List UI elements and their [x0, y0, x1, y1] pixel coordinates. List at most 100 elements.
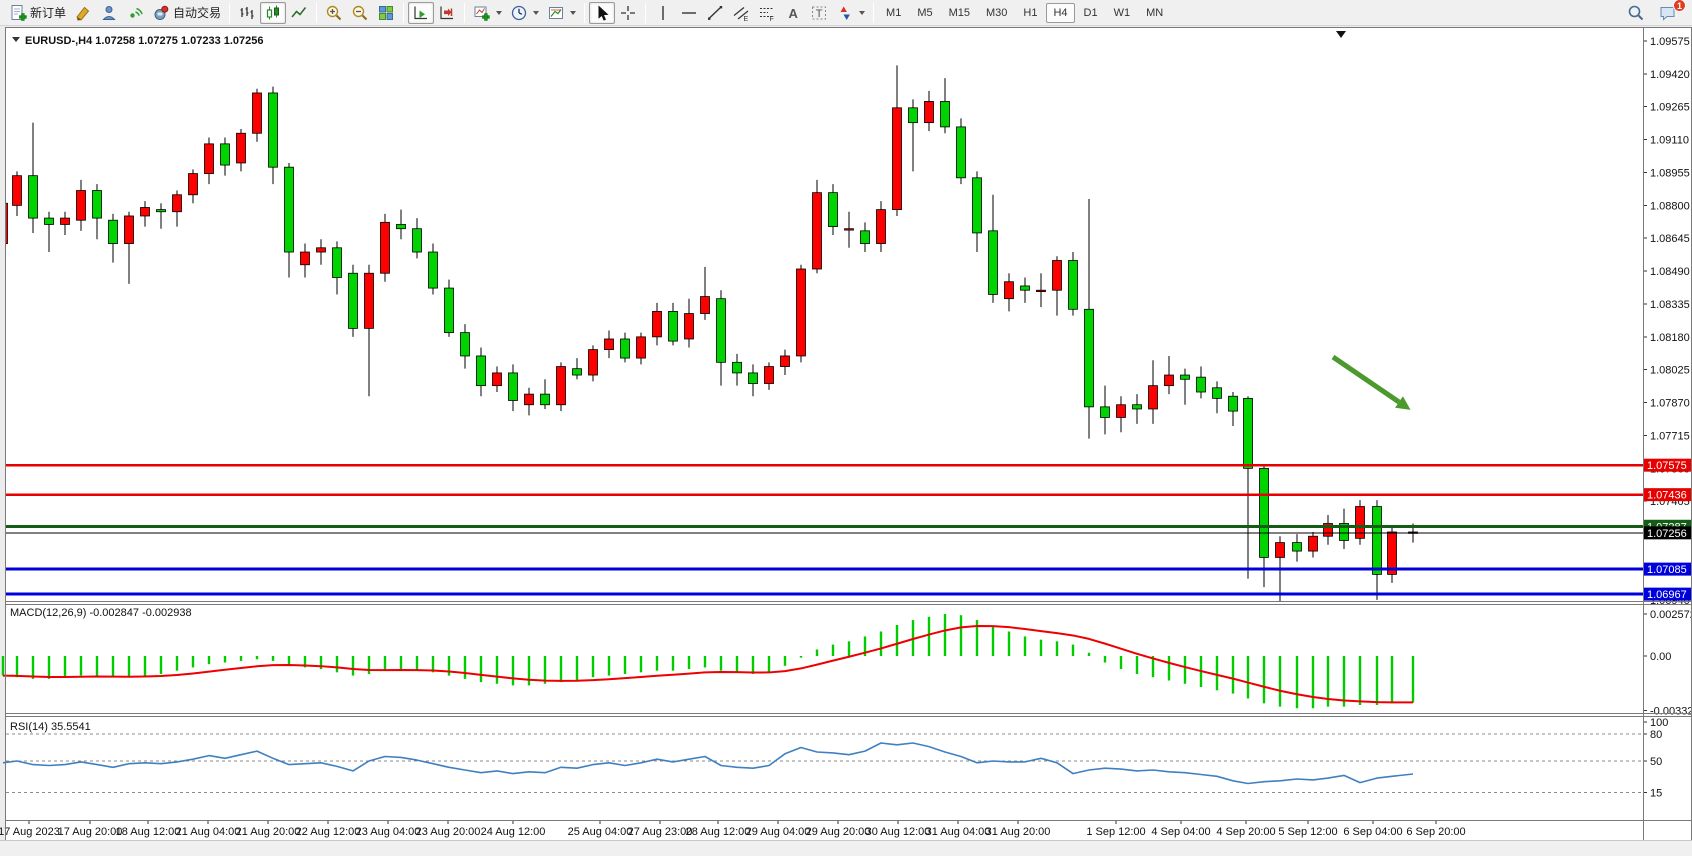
new-order-label: 新订单 — [30, 4, 66, 21]
templates-button[interactable] — [543, 2, 580, 24]
chat-button[interactable]: 1 — [1655, 2, 1681, 24]
text-label-icon: T — [810, 4, 828, 22]
crosshair-button[interactable] — [615, 2, 641, 24]
svg-text:1.08800: 1.08800 — [1650, 200, 1690, 212]
svg-text:31 Aug 20:00: 31 Aug 20:00 — [986, 826, 1051, 838]
svg-text:100: 100 — [1650, 717, 1668, 729]
tab-timeframe-h4[interactable]: H4 — [1046, 3, 1074, 23]
tab-timeframe-m30[interactable]: M30 — [979, 3, 1014, 23]
svg-text:-0.003326: -0.003326 — [1650, 705, 1692, 717]
svg-text:1.08335: 1.08335 — [1650, 299, 1690, 311]
svg-text:A: A — [789, 6, 799, 21]
horizontal-line-button[interactable] — [676, 2, 702, 24]
text-label-button[interactable]: T — [806, 2, 832, 24]
svg-text:21 Aug 04:00: 21 Aug 04:00 — [176, 826, 241, 838]
tab-timeframe-mn[interactable]: MN — [1139, 3, 1170, 23]
zoom-in-icon — [325, 4, 343, 22]
chevron-down-icon — [533, 11, 539, 15]
arrows-button[interactable] — [832, 2, 869, 24]
svg-text:50: 50 — [1650, 756, 1662, 768]
autotrading-button[interactable]: 自动交易 — [148, 2, 225, 24]
bar-chart-type-button[interactable] — [234, 2, 260, 24]
svg-text:22 Aug 12:00: 22 Aug 12:00 — [296, 826, 361, 838]
svg-text:80: 80 — [1650, 729, 1662, 741]
svg-text:1.09575: 1.09575 — [1650, 36, 1690, 48]
line-chart-type-button[interactable] — [286, 2, 312, 24]
tab-timeframe-h1[interactable]: H1 — [1016, 3, 1044, 23]
search-button[interactable] — [1623, 2, 1649, 24]
svg-text:1.07256: 1.07256 — [1647, 528, 1687, 540]
signal-button[interactable] — [122, 2, 148, 24]
tile-windows-button[interactable] — [373, 2, 399, 24]
chart-shift-button[interactable] — [434, 2, 460, 24]
cursor-arrow-icon — [593, 4, 611, 22]
svg-text:0.002572: 0.002572 — [1650, 609, 1692, 621]
bar-chart-icon — [238, 4, 256, 22]
svg-text:28 Aug 12:00: 28 Aug 12:00 — [686, 826, 751, 838]
svg-text:1.08180: 1.08180 — [1650, 332, 1690, 344]
periods-button[interactable] — [506, 2, 543, 24]
user-icon — [100, 4, 118, 22]
separator — [229, 3, 230, 23]
svg-text:F: F — [770, 16, 774, 22]
autotrading-label: 自动交易 — [173, 4, 221, 21]
svg-text:29 Aug 20:00: 29 Aug 20:00 — [806, 826, 871, 838]
candlestick-chart-type-button[interactable] — [260, 2, 286, 24]
svg-text:4 Sep 04:00: 4 Sep 04:00 — [1151, 826, 1210, 838]
fibonacci-button[interactable]: F — [754, 2, 780, 24]
zoom-out-button[interactable] — [347, 2, 373, 24]
svg-text:1.07085: 1.07085 — [1647, 564, 1687, 576]
svg-text:1.07715: 1.07715 — [1650, 430, 1690, 442]
trendline-button[interactable] — [702, 2, 728, 24]
svg-text:21 Aug 20:00: 21 Aug 20:00 — [236, 826, 301, 838]
tab-timeframe-m15[interactable]: M15 — [942, 3, 977, 23]
channel-button[interactable]: E — [728, 2, 754, 24]
vertical-line-button[interactable] — [650, 2, 676, 24]
rsi-label: RSI(14) 35.5541 — [10, 721, 91, 733]
svg-text:24 Aug 12:00: 24 Aug 12:00 — [481, 826, 546, 838]
macd-label: MACD(12,26,9) -0.002847 -0.002938 — [10, 607, 192, 619]
indicators-button[interactable] — [469, 2, 506, 24]
vertical-line-icon — [654, 4, 672, 22]
separator — [645, 3, 646, 23]
svg-text:23 Aug 04:00: 23 Aug 04:00 — [356, 826, 421, 838]
trendline-icon — [706, 4, 724, 22]
svg-text:1.08955: 1.08955 — [1650, 167, 1690, 179]
clock-icon — [510, 4, 528, 22]
brush-icon — [74, 4, 92, 22]
svg-text:27 Aug 23:00: 27 Aug 23:00 — [628, 826, 693, 838]
new-order-button[interactable]: 新订单 — [5, 2, 70, 24]
svg-text:1.08025: 1.08025 — [1650, 365, 1690, 377]
notification-badge: 1 — [1673, 0, 1686, 12]
svg-text:5 Sep 12:00: 5 Sep 12:00 — [1278, 826, 1337, 838]
svg-text:15: 15 — [1650, 788, 1662, 800]
tab-timeframe-m5[interactable]: M5 — [910, 3, 939, 23]
status-bar — [0, 840, 1692, 856]
svg-text:25 Aug 04:00: 25 Aug 04:00 — [568, 826, 633, 838]
chart-shift-icon — [438, 4, 456, 22]
cursor-button[interactable] — [589, 2, 615, 24]
chevron-down-icon — [496, 11, 502, 15]
text-button[interactable]: A — [780, 2, 806, 24]
crosshair-icon — [619, 4, 637, 22]
tab-timeframe-d1[interactable]: D1 — [1077, 3, 1105, 23]
line-chart-icon — [290, 4, 308, 22]
svg-text:EURUSD-,H4 1.07258 1.07275 1.: EURUSD-,H4 1.07258 1.07275 1.07233 1.072… — [25, 35, 264, 47]
equidistant-channel-icon: E — [732, 4, 750, 22]
separator — [873, 3, 874, 23]
tab-timeframe-w1[interactable]: W1 — [1107, 3, 1138, 23]
tab-timeframe-m1[interactable]: M1 — [879, 3, 908, 23]
svg-text:4 Sep 20:00: 4 Sep 20:00 — [1216, 826, 1275, 838]
zoom-in-button[interactable] — [321, 2, 347, 24]
svg-text:1.08645: 1.08645 — [1650, 233, 1690, 245]
tile-windows-icon — [377, 4, 395, 22]
autoscroll-button[interactable] — [408, 2, 434, 24]
brush-tool-button[interactable] — [70, 2, 96, 24]
svg-text:6 Sep 04:00: 6 Sep 04:00 — [1343, 826, 1402, 838]
svg-text:30 Aug 12:00: 30 Aug 12:00 — [866, 826, 931, 838]
profile-button[interactable] — [96, 2, 122, 24]
svg-text:0.00: 0.00 — [1650, 651, 1671, 663]
svg-text:6 Sep 20:00: 6 Sep 20:00 — [1406, 826, 1465, 838]
candlestick-chart-icon — [264, 4, 282, 22]
svg-text:1.07575: 1.07575 — [1647, 460, 1687, 472]
